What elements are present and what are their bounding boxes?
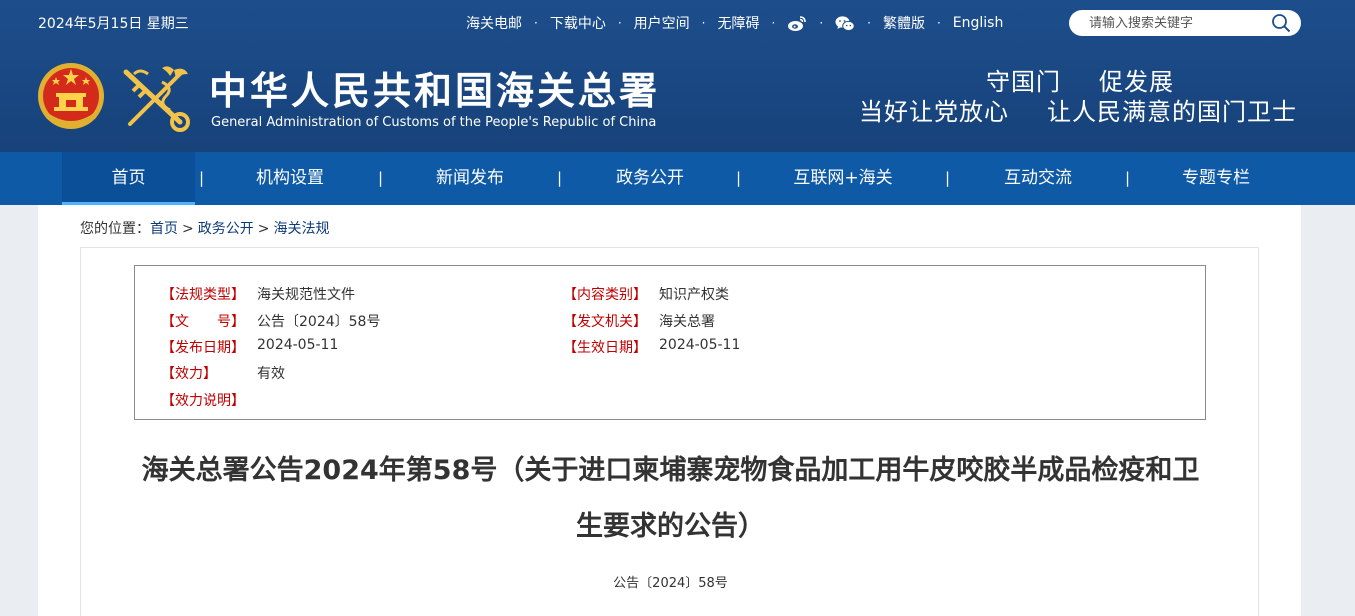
info-document-number: 【文 号】 公告〔2024〕58号 xyxy=(161,314,381,330)
info-validity-note: 【效力说明】 xyxy=(161,393,245,409)
nav-separator: | xyxy=(557,169,563,187)
weibo-icon[interactable] xyxy=(787,14,807,32)
accessibility-link[interactable]: 无障碍 xyxy=(717,13,759,33)
nav-separator: | xyxy=(378,169,384,187)
info-effective-date: 【生效日期】 2024-05-11 xyxy=(563,337,741,356)
breadcrumb-customs-regulations[interactable]: 海关法规 xyxy=(273,221,329,237)
english-link[interactable]: English xyxy=(953,15,1004,31)
download-center-link[interactable]: 下载中心 xyxy=(550,13,606,33)
breadcrumb-home[interactable]: 首页 xyxy=(150,221,178,237)
article-title: 海关总署公告2024年第58号（关于进口柬埔寨宠物食品加工用牛皮咬胶半成品检疫和… xyxy=(141,455,1200,542)
current-date: 2024年5月15日 星期三 xyxy=(38,16,189,32)
info-validity: 【效力】 有效 xyxy=(161,366,285,382)
nav-item-special-topics[interactable]: 专题专栏 xyxy=(1146,152,1286,205)
nav-separator: | xyxy=(945,169,951,187)
breadcrumb: 您的位置：首页 > 政务公开 > 海关法规 xyxy=(80,221,330,237)
site-title-english: General Administration of Customs of the… xyxy=(211,115,657,130)
nav-item-internet-customs[interactable]: 互联网+海关 xyxy=(762,152,924,205)
search-input[interactable] xyxy=(1089,15,1271,31)
site-header: 2024年5月15日 星期三 海关电邮 · 下载中心 · 用户空间 · 无障碍 … xyxy=(0,0,1355,152)
nav-item-interaction[interactable]: 互动交流 xyxy=(968,152,1108,205)
nav-separator: | xyxy=(199,169,205,187)
info-regulation-type: 【法规类型】 海关规范性文件 xyxy=(161,287,355,303)
site-title: 中华人民共和国海关总署 xyxy=(209,68,661,113)
slogan-line-2: 当好让党放心 让人民满意的国门卫士 xyxy=(859,98,1297,126)
main-nav: 首页 | 机构设置 | 新闻发布 | 政务公开 | 互联网+海关 | 互动交流 … xyxy=(0,152,1355,205)
nav-item-news[interactable]: 新闻发布 xyxy=(400,152,540,205)
info-publish-date: 【发布日期】 2024-05-11 xyxy=(161,337,339,356)
info-content-category: 【内容类别】 知识产权类 xyxy=(563,287,729,303)
regulation-info-box: 【法规类型】 海关规范性文件 【内容类别】 知识产权类 【文 号】 公告〔2024〕5… xyxy=(134,265,1206,420)
main-content: 您的位置：首页 > 政务公开 > 海关法规 【法规类型】 海关规范性文件 【内容类别】 知识… xyxy=(38,205,1301,616)
info-issuing-authority: 【发文机关】 海关总署 xyxy=(563,314,715,330)
search-icon[interactable] xyxy=(1271,13,1291,33)
customs-logo-icon xyxy=(123,66,190,132)
article-document-number: 公告〔2024〕58号 xyxy=(613,576,728,591)
wechat-icon[interactable] xyxy=(835,14,855,32)
nav-separator: | xyxy=(1125,169,1131,187)
top-links: 海关电邮 · 下载中心 · 用户空间 · 无障碍 · · · 繁體版 · Eng… xyxy=(466,13,1004,33)
nav-item-home[interactable]: 首页 xyxy=(62,152,195,205)
nav-item-gov-affairs[interactable]: 政务公开 xyxy=(580,152,720,205)
user-space-link[interactable]: 用户空间 xyxy=(634,13,690,33)
national-emblem-icon xyxy=(38,63,104,129)
traditional-chinese-link[interactable]: 繁體版 xyxy=(883,13,925,33)
nav-item-organization[interactable]: 机构设置 xyxy=(222,152,358,205)
nav-separator: | xyxy=(736,169,742,187)
email-link[interactable]: 海关电邮 xyxy=(466,13,522,33)
breadcrumb-gov-affairs[interactable]: 政务公开 xyxy=(198,221,254,237)
article-container: 【法规类型】 海关规范性文件 【内容类别】 知识产权类 【文 号】 公告〔2024〕5… xyxy=(80,247,1259,616)
search-box xyxy=(1069,10,1301,36)
